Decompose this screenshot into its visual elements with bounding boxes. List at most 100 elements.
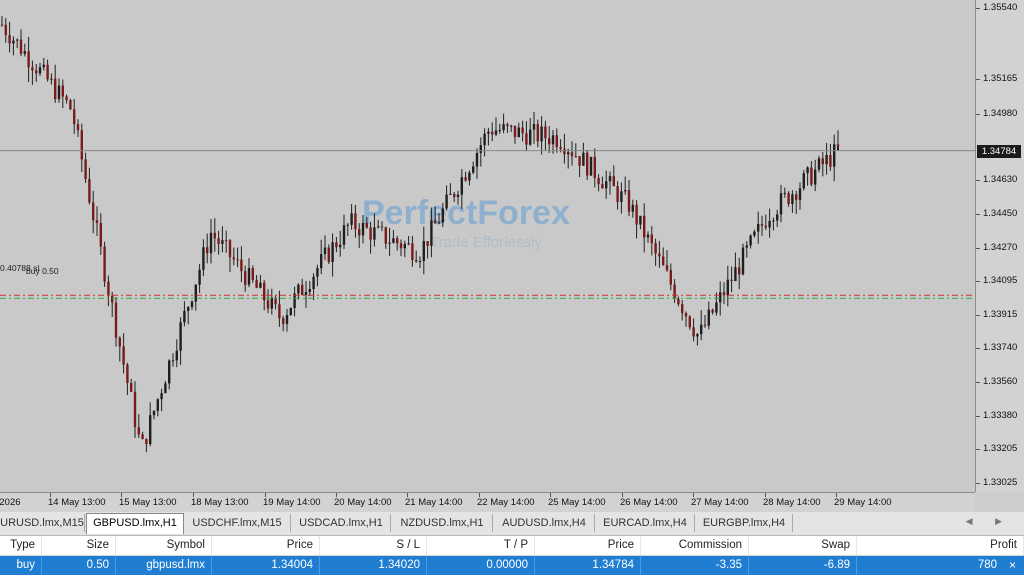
trade-table: Type Size Symbol Price S / L T / P Price… <box>0 536 1024 576</box>
table-header: Type Size Symbol Price S / L T / P Price… <box>0 536 1024 556</box>
candle-body <box>650 234 653 244</box>
candle-body <box>190 301 194 308</box>
candle-body <box>168 360 171 384</box>
candle-body <box>601 184 604 189</box>
candle-body <box>308 289 311 292</box>
candle-body <box>95 220 99 223</box>
candle-body <box>247 268 251 285</box>
candle-body <box>350 213 353 225</box>
candle-body <box>836 144 840 147</box>
candle-body <box>12 40 15 44</box>
price-axis-label: 1.35165 <box>983 72 1018 84</box>
header-open-price[interactable]: Price <box>212 536 320 555</box>
candle-body <box>84 159 87 179</box>
candle-body <box>31 67 34 71</box>
candle-body <box>445 194 448 209</box>
candle-body <box>61 85 64 97</box>
tab-gbpusd-h1[interactable]: GBPUSD.lmx,H1 <box>86 513 184 534</box>
price-axis-label: 1.34630 <box>983 173 1018 185</box>
candle-body <box>715 302 718 313</box>
price-tick <box>976 281 980 282</box>
candle-body <box>228 240 232 258</box>
price-tick <box>976 7 980 9</box>
tab-nzdusd-h1[interactable]: NZDUSD.lmx,H1 <box>392 514 493 532</box>
tab-eurusd-m15[interactable]: URUSD.lmx,M15 <box>0 514 85 532</box>
candle-body <box>335 242 338 248</box>
candle-body <box>821 158 824 165</box>
table-row[interactable]: buy 0.50 gbpusd.lmx 1.34004 1.34020 0.00… <box>0 556 1024 575</box>
candle-body <box>225 240 228 242</box>
candle-body <box>764 225 767 228</box>
time-axis[interactable]: y 2026 14 May 13:00 15 May 13:00 18 May 13:… <box>0 492 975 513</box>
candle-body <box>122 346 125 365</box>
candle-body <box>339 244 342 248</box>
candle-body <box>631 204 634 212</box>
candle-body <box>768 221 771 228</box>
candle-body <box>434 220 437 224</box>
candle-body <box>441 208 444 223</box>
candle-body <box>384 227 387 244</box>
candle-body <box>4 24 7 36</box>
candle-body <box>783 192 786 194</box>
close-position-icon[interactable]: × <box>1009 556 1016 575</box>
candle-body <box>263 282 266 301</box>
price-axis-label: 1.35540 <box>983 1 1018 13</box>
candle-body <box>133 391 137 428</box>
candle-body <box>304 291 308 295</box>
candle-body <box>760 223 764 226</box>
price-tick <box>976 113 980 115</box>
candle-body <box>639 215 642 225</box>
candle-body <box>69 100 72 110</box>
candle-body <box>282 318 285 324</box>
price-axis-label: 1.33740 <box>983 342 1018 354</box>
tab-audusd-h4[interactable]: AUDUSD.lmx,H4 <box>494 514 595 532</box>
tab-eurcad-h4[interactable]: EURCAD.lmx,H4 <box>596 514 695 532</box>
header-size[interactable]: Size <box>42 536 116 555</box>
candle-body <box>251 268 254 280</box>
candle-body <box>555 135 558 148</box>
candle-body <box>532 124 536 130</box>
tab-usdchf-m15[interactable]: USDCHF.lmx,M15 <box>184 514 291 532</box>
candle-body <box>498 130 501 132</box>
candle-body <box>711 309 714 313</box>
candle-body <box>502 124 505 131</box>
candle-body <box>107 281 110 296</box>
header-take-profit[interactable]: T / P <box>427 536 535 555</box>
watermark-brand: PerfectForex <box>362 194 570 232</box>
row-swap: -6.89 <box>749 556 857 575</box>
header-type[interactable]: Type <box>0 536 42 555</box>
price-chart[interactable]: PerfectForex Trade Efforlessly 0.40788 s… <box>0 0 975 492</box>
tab-eurgbp-h4[interactable]: EURGBP.lmx,H4 <box>696 514 793 532</box>
header-profit[interactable]: Profit <box>857 536 1024 555</box>
candle-body <box>487 131 490 134</box>
header-swap[interactable]: Swap <box>749 536 857 555</box>
candle-body <box>669 270 672 285</box>
price-axis-label: 1.33915 <box>983 309 1018 321</box>
candle-body <box>772 220 775 222</box>
candle-body <box>327 247 330 262</box>
tab-scroll-arrows[interactable]: ◀ ▶ <box>966 516 1012 527</box>
price-axis[interactable]: 1.35540 1.35165 1.34980 1.34630 1.34450 1.342… <box>975 0 1024 492</box>
candle-body <box>42 64 45 68</box>
tab-usdcad-h1[interactable]: USDCAD.lmx,H1 <box>292 514 391 532</box>
header-current-price[interactable]: Price <box>535 536 641 555</box>
candle-body <box>696 334 699 337</box>
time-axis-label: 14 May 13:00 <box>48 497 106 508</box>
time-axis-label: 22 May 14:00 <box>477 497 535 508</box>
header-symbol[interactable]: Symbol <box>116 536 212 555</box>
candle-body <box>430 220 433 246</box>
candle-body <box>791 194 794 204</box>
candle-body <box>833 144 836 167</box>
time-axis-label: 15 May 13:00 <box>119 497 177 508</box>
candle-body <box>57 85 61 100</box>
candle-body <box>354 213 357 230</box>
candle-body <box>586 152 589 176</box>
row-type: buy <box>0 556 42 575</box>
candle-body <box>627 190 631 212</box>
header-stop-loss[interactable]: S / L <box>320 536 427 555</box>
candle-body <box>259 282 262 288</box>
candle-body <box>738 267 741 275</box>
header-commission[interactable]: Commission <box>641 536 749 555</box>
candle-body <box>297 284 300 294</box>
candle-body <box>608 176 612 182</box>
